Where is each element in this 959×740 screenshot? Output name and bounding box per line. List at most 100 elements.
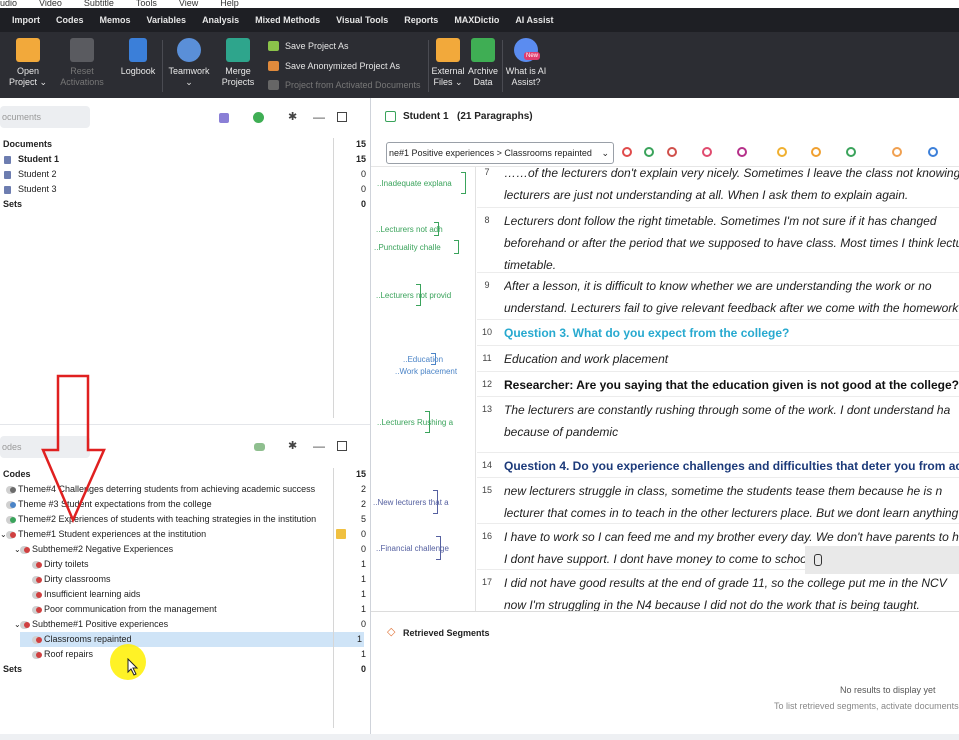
os-menu-view[interactable]: View [179, 0, 198, 8]
reset-activations-button[interactable]: Reset Activations [58, 38, 106, 88]
coding-bracket[interactable] [431, 353, 436, 365]
merge-projects-button[interactable]: Merge Projects [218, 38, 258, 88]
document-item-student-1[interactable]: Student 1 15 [0, 152, 370, 167]
documents-root[interactable]: Documents 15 [0, 137, 370, 152]
paragraph-line[interactable]: new lecturers struggle in class, sometim… [504, 480, 959, 502]
link-icon[interactable] [846, 147, 856, 157]
code-item[interactable]: Roof repairs 1 [0, 647, 370, 662]
microphone-icon[interactable] [814, 554, 822, 566]
project-from-activated-button[interactable]: Project from Activated Documents [268, 80, 421, 90]
retrieved-divider[interactable] [371, 611, 959, 612]
undock-icon[interactable] [337, 112, 347, 122]
teamwork-button[interactable]: Teamwork ⌄ [166, 38, 212, 88]
codes-scrollbar[interactable] [333, 468, 334, 728]
coded-segment-label[interactable]: ..Lecturers not provid [376, 291, 451, 300]
code-add-icon[interactable] [644, 147, 654, 157]
coded-segment-label[interactable]: ..Education [403, 355, 443, 364]
paragraph-line[interactable]: lecturer that comes in to teach in the o… [504, 502, 959, 524]
coding-bracket[interactable] [454, 240, 459, 254]
archive-data-button[interactable]: Archive Data [466, 38, 500, 88]
menu-codes[interactable]: Codes [48, 15, 92, 25]
voice-input-bar[interactable] [805, 546, 959, 574]
undock-icon[interactable] [337, 441, 347, 451]
emoticon-icon[interactable] [777, 147, 787, 157]
menu-import[interactable]: Import [0, 15, 48, 25]
documents-scrollbar[interactable] [333, 138, 334, 418]
menu-mixed-methods[interactable]: Mixed Methods [247, 15, 328, 25]
coded-segment-label[interactable]: ..Lecturers Rushing a [377, 418, 453, 427]
coded-segment-label[interactable]: ..Inadequate explana [377, 179, 452, 188]
color-pen-icon[interactable] [737, 147, 747, 157]
paragraph-line[interactable]: Question 3. What do you expect from the … [504, 322, 959, 344]
code-import-icon[interactable] [811, 147, 821, 157]
code-item[interactable]: Insufficient learning aids 1 [0, 587, 370, 602]
code-item[interactable]: Dirty toilets 1 [0, 557, 370, 572]
memo-icon[interactable] [336, 529, 346, 539]
code-item[interactable]: Classrooms repainted 1 [20, 632, 364, 647]
paragraph-line[interactable]: now I'm struggling in the N4 because I d… [504, 594, 959, 616]
code-pin-icon[interactable] [622, 147, 632, 157]
paragraph-line[interactable]: Researcher: Are you saying that the educ… [504, 374, 959, 396]
coding-bracket[interactable] [433, 490, 438, 514]
menu-maxdictio[interactable]: MAXDictio [446, 15, 507, 25]
paragraph-line[interactable]: Lecturers dont follow the right timetabl… [504, 210, 959, 232]
document-sets[interactable]: Sets 0 [0, 197, 370, 212]
add-circle-icon[interactable] [253, 112, 264, 123]
document-item-student-2[interactable]: Student 2 0 [0, 167, 370, 182]
menu-reports[interactable]: Reports [396, 15, 446, 25]
menu-ai-assist[interactable]: AI Assist [507, 15, 561, 25]
code-item[interactable]: ⌄ Subtheme#1 Positive experiences 0 [0, 617, 370, 632]
coded-segment-label[interactable]: ..Lecturers not adh [376, 225, 443, 234]
os-menu-subtitle[interactable]: Subtitle [84, 0, 114, 8]
paragraph-line[interactable]: I have to work so I can feed me and my b… [504, 526, 959, 548]
os-menu-help[interactable]: Help [220, 0, 239, 8]
what-is-ai-assist-button[interactable]: New What is AI Assist? [504, 38, 548, 88]
external-files-button[interactable]: External Files ⌄ [430, 38, 466, 88]
comment-icon[interactable] [892, 147, 902, 157]
paragraph-line[interactable]: The lecturers are constantly rushing thr… [504, 399, 959, 421]
paragraph-line[interactable]: understand. Lecturers fail to give relev… [504, 297, 959, 319]
paragraph-line[interactable]: because of pandemic [504, 421, 959, 443]
menu-variables[interactable]: Variables [139, 15, 195, 25]
code-multi-icon[interactable] [667, 147, 677, 157]
minimize-icon[interactable]: — [313, 440, 325, 452]
paragraph-line[interactable]: Question 4. Do you experience challenges… [504, 455, 959, 477]
coded-segment-label[interactable]: ..Punctuality challe [374, 243, 441, 252]
paragraph-line[interactable]: Education and work placement [504, 348, 959, 370]
logbook-button[interactable]: Logbook [118, 38, 158, 77]
code-item[interactable]: Poor communication from the management 1 [0, 602, 370, 617]
save-anonymized-button[interactable]: Save Anonymized Project As [268, 61, 400, 71]
highlight-icon[interactable] [702, 147, 712, 157]
coding-bracket[interactable] [436, 536, 441, 560]
new-document-icon[interactable] [219, 113, 229, 123]
coding-bracket[interactable] [416, 284, 421, 306]
code-item[interactable]: Dirty classrooms 1 [0, 572, 370, 587]
coding-bracket[interactable] [461, 172, 466, 194]
minimize-icon[interactable]: — [313, 111, 325, 123]
paragraph-line[interactable]: I did not have good results at the end o… [504, 572, 959, 594]
menu-analysis[interactable]: Analysis [194, 15, 247, 25]
paragraph-line[interactable]: lecturers are just not understanding at … [504, 184, 959, 206]
code-item[interactable]: ⌄ Theme#1 Student experiences at the inst… [0, 527, 370, 542]
paragraph-line[interactable]: ……of the lecturers don't explain very ni… [504, 162, 959, 184]
coded-segment-label[interactable]: ..Work placement [395, 367, 457, 376]
coding-bracket[interactable] [425, 411, 430, 433]
code-selector-dropdown[interactable]: ne#1 Positive experiences > Classrooms r… [386, 142, 614, 164]
os-menu-tools[interactable]: Tools [136, 0, 157, 8]
document-item-student-3[interactable]: Student 3 0 [0, 182, 370, 197]
document-search-input[interactable]: ocuments [0, 106, 90, 128]
menu-visual-tools[interactable]: Visual Tools [328, 15, 396, 25]
open-project-button[interactable]: Open Project ⌄ [8, 38, 48, 88]
save-project-as-button[interactable]: Save Project As [268, 41, 349, 51]
gear-icon[interactable]: ✱ [288, 441, 298, 452]
coding-bracket[interactable] [434, 222, 439, 236]
gear-icon[interactable]: ✱ [288, 112, 298, 123]
os-menu-audio[interactable]: udio [0, 0, 17, 8]
paragraph-line[interactable]: After a lesson, it is difficult to know … [504, 275, 959, 297]
code-sets[interactable]: Sets 0 [0, 662, 370, 677]
menu-memos[interactable]: Memos [92, 15, 139, 25]
ai-icon[interactable] [928, 147, 938, 157]
os-menu-video[interactable]: Video [39, 0, 62, 8]
new-code-icon[interactable] [254, 443, 265, 451]
paragraph-line[interactable]: beforehand or after the period that we s… [504, 232, 959, 254]
